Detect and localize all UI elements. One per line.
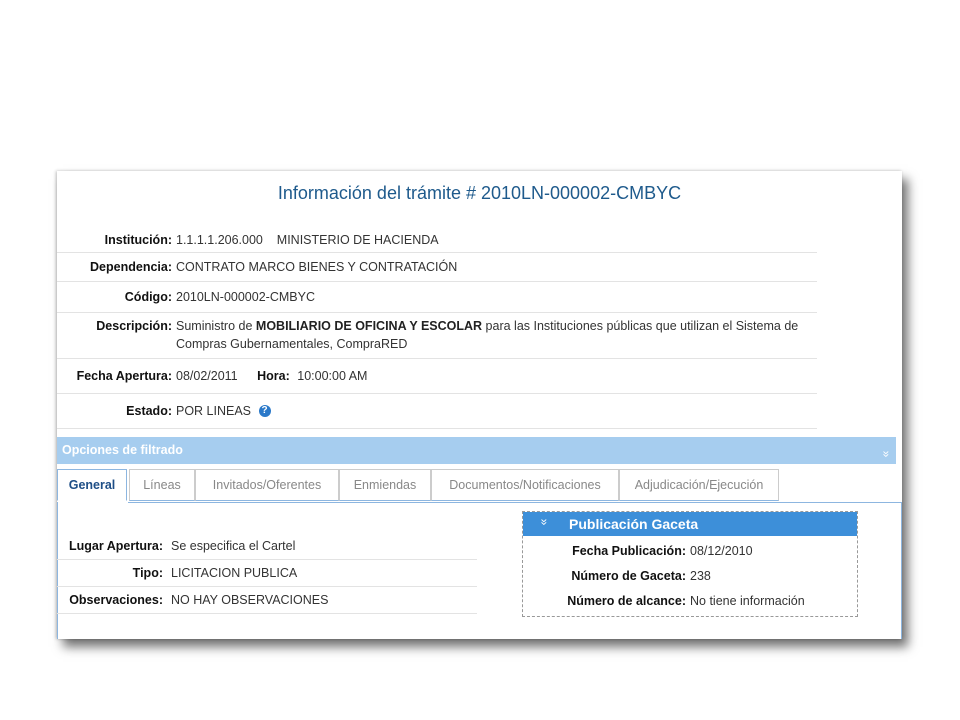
codigo-label: Código: <box>124 290 172 304</box>
filter-options-bar[interactable]: Opciones de filtrado » <box>57 437 896 464</box>
observaciones-value: NO HAY OBSERVACIONES <box>171 593 329 607</box>
codigo-value: 2010LN-000002-CMBYC <box>176 290 315 304</box>
numero-alcance-value: No tiene información <box>690 594 805 608</box>
descripcion-text-bold: MOBILIARIO DE OFICINA Y ESCOLAR <box>255 319 483 333</box>
estado-group: POR LINEAS ? <box>176 404 817 418</box>
expand-chevron-icon[interactable]: » <box>880 451 894 458</box>
descripcion-label: Descripción: <box>96 319 172 333</box>
dependencia-label: Dependencia: <box>90 260 172 274</box>
tab-lineas[interactable]: Líneas <box>129 469 195 501</box>
publicacion-gaceta-header[interactable]: » Publicación Gaceta <box>523 512 857 536</box>
institucion-value: 1.1.1.1.206.000 MINISTERIO DE HACIENDA <box>176 232 439 247</box>
tipo-row: Tipo: LICITACION PUBLICA <box>57 560 477 587</box>
numero-alcance-label: Número de alcance: <box>567 594 686 608</box>
hora-label: Hora: <box>257 369 290 383</box>
numero-gaceta-label: Número de Gaceta: <box>571 569 686 583</box>
fecha-apertura-label: Fecha Apertura: <box>76 369 172 383</box>
observaciones-row: Observaciones: NO HAY OBSERVACIONES <box>57 587 477 614</box>
page-title: Información del trámite # 2010LN-000002-… <box>277 183 682 203</box>
observaciones-label: Observaciones: <box>69 593 163 607</box>
collapse-chevron-icon[interactable]: » <box>537 519 551 526</box>
dependencia-row: Dependencia: CONTRATO MARCO BIENES Y CON… <box>57 253 817 282</box>
info-table: Institución: 1.1.1.1.206.000 MINISTERIO … <box>57 227 817 429</box>
descripcion-row: Descripción: Suministro de MOBILIARIO DE… <box>57 313 817 359</box>
tab-general[interactable]: General <box>57 469 127 501</box>
filter-options-label: Opciones de filtrado <box>62 443 183 457</box>
tab-bar: General Líneas Invitados/Oferentes Enmie… <box>57 469 902 501</box>
tramite-info-window: Información del trámite # 2010LN-000002-… <box>57 171 902 639</box>
descripcion-text-start: Suministro de <box>176 319 256 333</box>
estado-value: POR LINEAS <box>176 404 252 418</box>
tab-invitados-oferentes[interactable]: Invitados/Oferentes <box>195 469 339 501</box>
tab-adjudicacion-ejecucion[interactable]: Adjudicación/Ejecución <box>619 469 779 501</box>
numero-gaceta-row: Número de Gaceta: 238 <box>523 569 859 583</box>
tab-enmiendas[interactable]: Enmiendas <box>339 469 431 501</box>
tab-documentos-notificaciones[interactable]: Documentos/Notificaciones <box>431 469 619 501</box>
fecha-apertura-group: 08/02/2011 Hora: 10:00:00 AM <box>176 369 817 383</box>
tipo-value: LICITACION PUBLICA <box>171 566 298 580</box>
descripcion-value: Suministro de MOBILIARIO DE OFICINA Y ES… <box>176 317 817 353</box>
publicacion-gaceta-title: Publicación Gaceta <box>569 516 699 532</box>
hora-value: 10:00:00 AM <box>297 369 368 383</box>
tipo-label: Tipo: <box>132 566 163 580</box>
numero-gaceta-value: 238 <box>690 569 711 583</box>
help-icon[interactable]: ? <box>258 405 271 417</box>
tab-divider <box>128 502 902 503</box>
institucion-label: Institución: <box>104 232 172 247</box>
estado-label: Estado: <box>126 404 172 418</box>
fecha-apertura-value: 08/02/2011 <box>176 369 238 383</box>
codigo-row: Código: 2010LN-000002-CMBYC <box>57 282 817 313</box>
lugar-apertura-row: Lugar Apertura: Se especifica el Cartel <box>57 533 477 560</box>
numero-alcance-row: Número de alcance: No tiene información <box>523 594 859 608</box>
fecha-apertura-row: Fecha Apertura: 08/02/2011 Hora: 10:00:0… <box>57 359 817 394</box>
estado-row: Estado: POR LINEAS ? <box>57 394 817 429</box>
dependencia-value: CONTRATO MARCO BIENES Y CONTRATACIÓN <box>176 260 458 274</box>
panel-border-right <box>901 502 902 639</box>
lugar-apertura-value: Se especifica el Cartel <box>171 539 296 553</box>
fecha-publicacion-label: Fecha Publicación: <box>572 544 686 558</box>
fecha-publicacion-value: 08/12/2010 <box>690 544 753 558</box>
lugar-apertura-label: Lugar Apertura: <box>69 539 163 553</box>
general-details: Lugar Apertura: Se especifica el Cartel … <box>57 533 477 614</box>
fecha-publicacion-row: Fecha Publicación: 08/12/2010 <box>523 544 859 558</box>
institucion-row: Institución: 1.1.1.1.206.000 MINISTERIO … <box>57 227 817 253</box>
publicacion-gaceta-box: » Publicación Gaceta Fecha Publicación: … <box>522 511 858 617</box>
